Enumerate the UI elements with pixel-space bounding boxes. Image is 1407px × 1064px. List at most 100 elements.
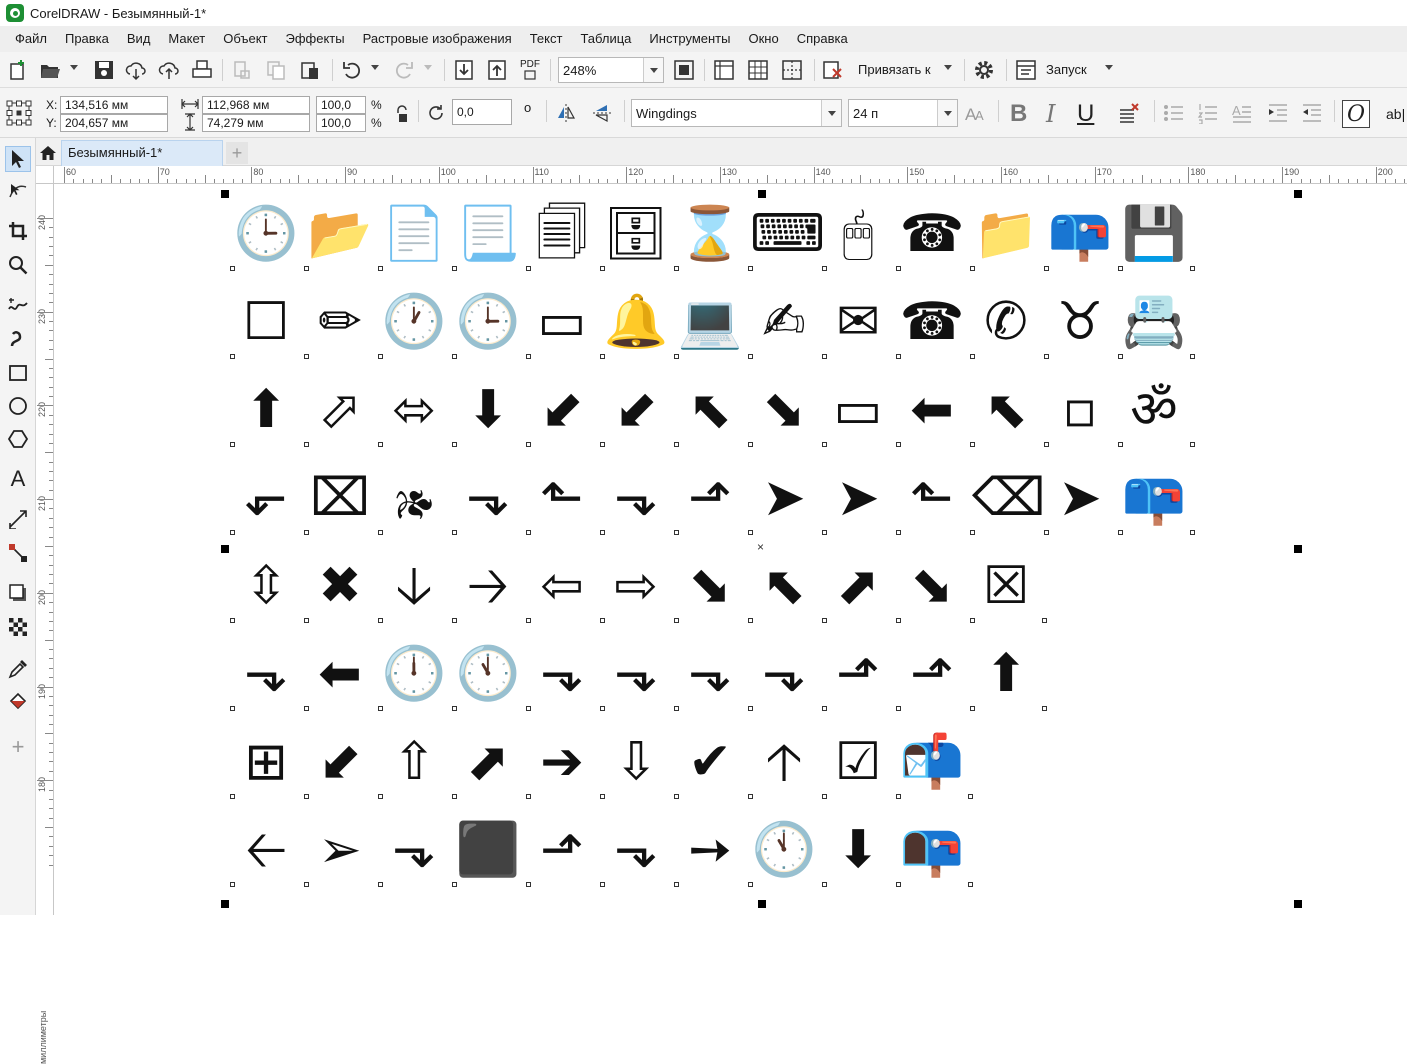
text-node[interactable]: [970, 442, 975, 447]
mirror-vertical-icon[interactable]: [590, 101, 614, 125]
text-node[interactable]: [896, 530, 901, 535]
text-node[interactable]: [600, 442, 605, 447]
text-node[interactable]: [452, 354, 457, 359]
text-node[interactable]: [452, 530, 457, 535]
rulers-icon[interactable]: [712, 58, 736, 82]
menu-view[interactable]: Вид: [118, 26, 160, 52]
drop-shadow-tool-icon[interactable]: [5, 580, 31, 606]
mirror-horizontal-icon[interactable]: [554, 101, 578, 125]
selection-handle-top-left[interactable]: [221, 190, 229, 198]
shape-tool-icon[interactable]: [5, 178, 31, 204]
text-node[interactable]: [1190, 266, 1195, 271]
font-family-dropdown-icon[interactable]: [821, 100, 841, 126]
undo-icon[interactable]: [340, 58, 364, 82]
text-node[interactable]: [600, 266, 605, 271]
decrease-indent-icon[interactable]: [1300, 101, 1324, 125]
export-icon[interactable]: [485, 58, 509, 82]
text-node[interactable]: [1044, 354, 1049, 359]
export-cloud-icon[interactable]: [157, 58, 181, 82]
text-node[interactable]: [896, 706, 901, 711]
text-node[interactable]: [970, 706, 975, 711]
text-node[interactable]: [304, 706, 309, 711]
selection-handle-bottom-right[interactable]: [1294, 900, 1302, 908]
text-node[interactable]: [748, 706, 753, 711]
connector-tool-icon[interactable]: [5, 540, 31, 566]
ruler-origin[interactable]: [36, 166, 54, 184]
text-node[interactable]: [674, 530, 679, 535]
selection-handle-bottom-middle[interactable]: [758, 900, 766, 908]
text-node[interactable]: [822, 266, 827, 271]
text-node[interactable]: [452, 618, 457, 623]
crop-tool-icon[interactable]: [5, 218, 31, 244]
font-size-dropdown-icon[interactable]: [937, 100, 957, 126]
text-node[interactable]: [822, 618, 827, 623]
menu-tools[interactable]: Инструменты: [640, 26, 739, 52]
text-node[interactable]: [304, 882, 309, 887]
text-node[interactable]: [1042, 706, 1047, 711]
text-node[interactable]: [1044, 266, 1049, 271]
reference-point-icon[interactable]: [4, 98, 34, 128]
scale-x-input[interactable]: 100,0: [316, 96, 366, 114]
text-node[interactable]: [822, 882, 827, 887]
add-tool-icon[interactable]: +: [5, 734, 31, 760]
increase-indent-icon[interactable]: [1266, 101, 1290, 125]
launch-dropdown-icon[interactable]: [1105, 65, 1113, 70]
undo-list-caret-icon[interactable]: [371, 65, 379, 70]
text-node[interactable]: [1044, 530, 1049, 535]
text-node[interactable]: [230, 882, 235, 887]
text-node[interactable]: [1190, 442, 1195, 447]
home-icon[interactable]: [36, 140, 60, 166]
text-node[interactable]: [1044, 442, 1049, 447]
menu-object[interactable]: Объект: [214, 26, 276, 52]
text-node[interactable]: [600, 354, 605, 359]
redo-icon[interactable]: [392, 58, 416, 82]
transparency-tool-icon[interactable]: [5, 614, 31, 640]
rectangle-tool-icon[interactable]: [5, 360, 31, 386]
text-node[interactable]: [822, 794, 827, 799]
text-node[interactable]: [378, 882, 383, 887]
horizontal-ruler[interactable]: 60 70 80 90 100 110 120 130 140 150 160 170 180 190 20…: [54, 166, 1407, 184]
object-width-input[interactable]: 112,968 мм: [202, 96, 310, 114]
text-node[interactable]: [230, 354, 235, 359]
selection-handle-top-middle[interactable]: [758, 190, 766, 198]
application-launcher-icon[interactable]: [1014, 58, 1038, 82]
text-node[interactable]: [526, 266, 531, 271]
new-document-icon[interactable]: [6, 58, 30, 82]
text-node[interactable]: [1118, 442, 1123, 447]
text-node[interactable]: [896, 882, 901, 887]
pick-tool-icon[interactable]: [5, 146, 31, 172]
eyedropper-tool-icon[interactable]: [5, 656, 31, 682]
text-node[interactable]: [600, 794, 605, 799]
text-node[interactable]: [1042, 618, 1047, 623]
menu-bitmaps[interactable]: Растровые изображения: [354, 26, 521, 52]
selection-handle-bottom-left[interactable]: [221, 900, 229, 908]
text-node[interactable]: [970, 530, 975, 535]
grid-icon[interactable]: [746, 58, 770, 82]
text-node[interactable]: [970, 354, 975, 359]
snap-to-dropdown-icon[interactable]: [944, 65, 952, 70]
text-node[interactable]: [378, 618, 383, 623]
text-node[interactable]: [526, 354, 531, 359]
zoom-tool-icon[interactable]: [5, 252, 31, 278]
publish-pdf-icon[interactable]: PDF: [518, 58, 542, 82]
x-position-input[interactable]: 134,516 мм: [60, 96, 168, 114]
text-node[interactable]: [748, 618, 753, 623]
scale-y-input[interactable]: 100,0: [316, 114, 366, 132]
text-node[interactable]: [452, 882, 457, 887]
selection-handle-middle-left[interactable]: [221, 545, 229, 553]
open-icon[interactable]: [38, 58, 62, 82]
import-icon[interactable]: [452, 58, 476, 82]
text-node[interactable]: [230, 266, 235, 271]
text-node[interactable]: [748, 794, 753, 799]
text-node[interactable]: [304, 266, 309, 271]
menu-layout[interactable]: Макет: [159, 26, 214, 52]
text-node[interactable]: [526, 794, 531, 799]
menu-window[interactable]: Окно: [739, 26, 787, 52]
text-node[interactable]: [378, 354, 383, 359]
text-node[interactable]: [1190, 354, 1195, 359]
zoom-level-combobox[interactable]: 248%: [558, 57, 664, 83]
text-node[interactable]: [304, 354, 309, 359]
text-node[interactable]: [968, 794, 973, 799]
copy-icon[interactable]: [264, 58, 288, 82]
font-family-combobox[interactable]: Wingdings: [631, 99, 842, 127]
